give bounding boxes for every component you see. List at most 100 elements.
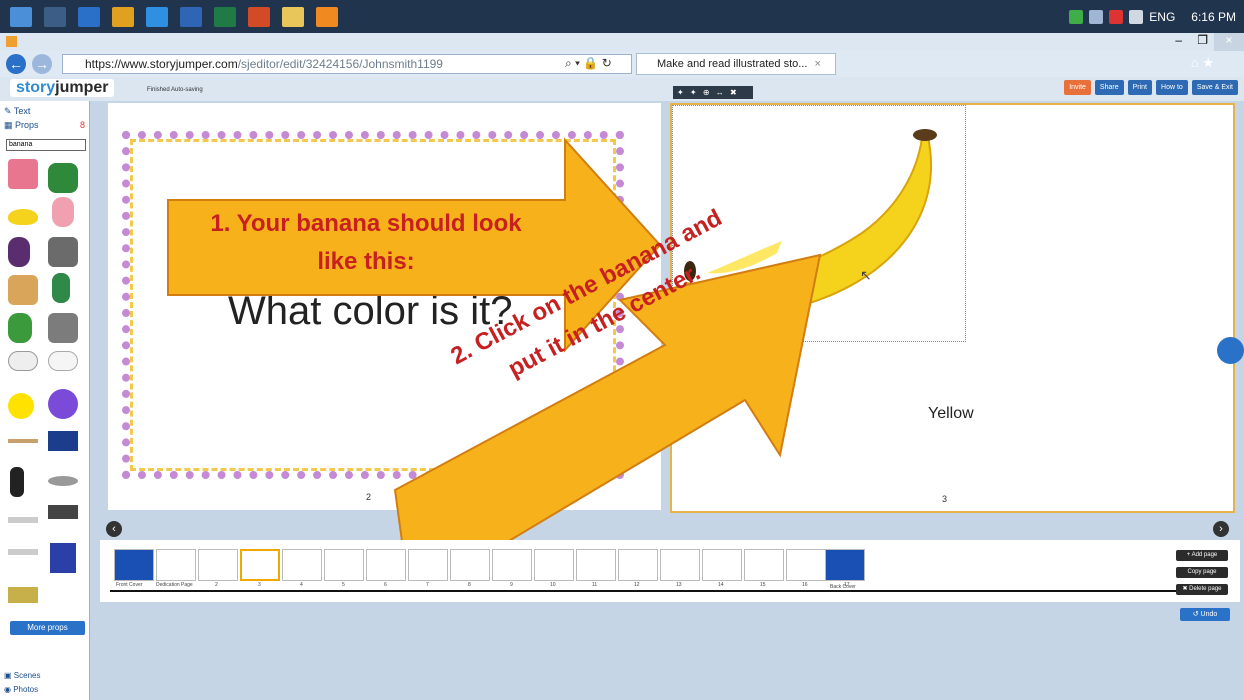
girl-prop[interactable] [52, 197, 74, 227]
page-3[interactable]: ↖ Yellow 3 [670, 103, 1235, 513]
dinosaur-prop[interactable] [48, 163, 78, 193]
maximize-button[interactable]: ❐ [1197, 33, 1208, 47]
thumb-page-9[interactable] [492, 549, 532, 581]
taskview-icon[interactable] [44, 6, 66, 27]
thumb-page-13[interactable] [660, 549, 700, 581]
props-search-input[interactable]: banana [6, 139, 86, 151]
tent-prop[interactable] [8, 587, 38, 603]
boy-prop[interactable] [52, 273, 70, 303]
thumb-page-3[interactable] [240, 549, 280, 581]
thumb-page-15[interactable] [744, 549, 784, 581]
thumb-back-cover[interactable] [825, 549, 865, 581]
app-header: storyjumper Finished Auto-saving [0, 77, 1244, 101]
media-icon[interactable] [316, 6, 338, 27]
chrome-tray-icon[interactable] [1109, 9, 1124, 24]
shield-icon[interactable] [1069, 9, 1084, 24]
howto-button[interactable]: How to [1156, 80, 1188, 95]
back-button[interactable]: ← [6, 54, 26, 74]
prev-page-button[interactable]: ‹ [106, 521, 122, 537]
eyes2-prop[interactable] [48, 351, 78, 371]
close-button[interactable]: × [1214, 33, 1244, 51]
thumb-page-7[interactable] [408, 549, 448, 581]
props-sidebar: ✎ Text ▦ Props 8 banana More props ▣ Sce… [0, 101, 90, 700]
thumb-page-2[interactable] [198, 549, 238, 581]
share-button[interactable]: Share [1094, 80, 1124, 95]
minimize-button[interactable]: – [1175, 33, 1182, 47]
word-icon[interactable] [180, 6, 202, 27]
forward-button[interactable]: → [32, 54, 52, 74]
thumb-label: 2 [215, 582, 218, 588]
object-edit-toolbar[interactable]: ✦ ✦ ⊕ ↔ ✖ [673, 86, 753, 99]
puppy-prop[interactable] [8, 275, 38, 305]
thumb-page-12[interactable] [618, 549, 658, 581]
invite-button[interactable]: Invite [1064, 80, 1091, 95]
ie-icon[interactable] [146, 6, 168, 27]
cat-prop[interactable] [48, 313, 78, 343]
chrome-icon[interactable] [112, 6, 134, 27]
hat-prop[interactable] [50, 543, 76, 573]
logo-part-2: jumper [55, 79, 109, 96]
folder-icon[interactable] [282, 6, 304, 27]
search-icon[interactable]: ⌕ ▾ 🔒 ↻ [565, 56, 612, 71]
url-input[interactable]: https://www.storyjumper.com/sjeditor/edi… [62, 54, 632, 74]
color-label[interactable]: Yellow [928, 405, 974, 423]
balloons-prop[interactable] [48, 389, 78, 419]
kid-prop[interactable] [8, 313, 32, 343]
tab-scenes[interactable]: ▣ Scenes [4, 671, 40, 680]
browser-tab[interactable]: Make and read illustrated sto... × [636, 53, 836, 75]
thumb-page-11[interactable] [576, 549, 616, 581]
line-prop[interactable] [8, 517, 38, 523]
thumb-front-cover[interactable] [114, 549, 154, 581]
storyjumper-logo[interactable]: storyjumper [10, 79, 115, 97]
thumb-page-8[interactable] [450, 549, 490, 581]
network-icon[interactable] [1129, 9, 1144, 24]
thumb-page-14[interactable] [702, 549, 742, 581]
dress-prop[interactable] [8, 159, 38, 189]
next-page-button[interactable]: › [1213, 521, 1229, 537]
penguin-prop[interactable] [10, 467, 24, 497]
delete-page-button[interactable]: ✖ Delete page [1176, 584, 1228, 595]
sun-prop[interactable] [8, 393, 34, 419]
thumb-label: Front Cover [116, 582, 143, 588]
princess-prop[interactable] [8, 237, 30, 267]
system-tray: ENG 6:16 PM [1069, 0, 1244, 33]
copy-page-button[interactable]: Copy page [1176, 567, 1228, 578]
excel-icon[interactable] [214, 6, 236, 27]
windows-start-icon[interactable] [10, 6, 32, 27]
bat-prop[interactable] [8, 439, 38, 443]
thumb-dedication[interactable] [156, 549, 196, 581]
flag-prop[interactable] [48, 431, 78, 451]
thumb-label: 7 [426, 582, 429, 588]
dog-prop[interactable] [48, 237, 78, 267]
banana-prop[interactable] [8, 209, 38, 225]
tab-photos[interactable]: ◉ Photos [4, 685, 38, 694]
more-props-button[interactable]: More props [10, 621, 85, 635]
app-icon[interactable] [78, 6, 100, 27]
eyes-prop[interactable] [8, 351, 38, 371]
thumb-label: 16 [802, 582, 808, 588]
music-notes-prop[interactable] [48, 505, 78, 519]
thumb-page-16[interactable] [786, 549, 826, 581]
clock[interactable]: 6:16 PM [1191, 10, 1236, 24]
home-icon[interactable]: ⌂ ★ [1191, 55, 1214, 71]
tab-close-icon[interactable]: × [814, 58, 820, 70]
dropbox-icon[interactable] [1217, 337, 1244, 364]
language-indicator[interactable]: ENG [1149, 10, 1175, 24]
thumb-page-6[interactable] [366, 549, 406, 581]
bowl-prop[interactable] [48, 476, 78, 486]
save-exit-button[interactable]: Save & Exit [1191, 80, 1238, 95]
powerpoint-icon[interactable] [248, 6, 270, 27]
tab-text[interactable]: ✎ Text [4, 106, 30, 117]
add-page-button[interactable]: + Add page [1176, 550, 1228, 561]
thumb-page-5[interactable] [324, 549, 364, 581]
undo-button[interactable]: ↺ Undo [1180, 608, 1230, 621]
thumb-page-4[interactable] [282, 549, 322, 581]
volume-icon[interactable] [1089, 9, 1104, 24]
page-number-right: 3 [942, 494, 948, 504]
tab-props[interactable]: ▦ Props [4, 120, 39, 131]
print-button[interactable]: Print [1127, 80, 1153, 95]
thumb-page-10[interactable] [534, 549, 574, 581]
tool-prop[interactable] [8, 549, 38, 555]
thumb-label: 10 [550, 582, 556, 588]
photos-tab-label: Photos [13, 685, 39, 694]
